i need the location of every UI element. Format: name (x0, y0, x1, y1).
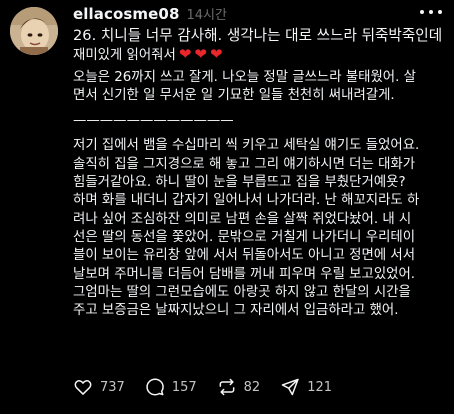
thread-post: ellacosme08 14시간 26. 치니들 너무 감사해. 생각나는 대로… (0, 0, 454, 414)
post-text-line: 재미있게 읽어줘서 ❤ ❤ ❤ (73, 45, 445, 63)
post-text-line: 솔직히 집을 그지경으로 해 놓고 그리 얘기하시면 더는 대화가 (73, 156, 416, 172)
share-button[interactable]: 121 (280, 377, 332, 397)
avatar-photo-icon (10, 7, 58, 55)
share-icon (281, 378, 299, 396)
comment-icon (146, 378, 164, 396)
repost-count: 82 (243, 379, 261, 395)
action-bar: 737 157 82 121 (73, 375, 352, 399)
post-text-line: 힘들거같아요. 하니 딸이 눈을 부릅뜨고 집을 부췄단거예욧? (73, 175, 406, 191)
like-count: 737 (100, 379, 125, 395)
share-count: 121 (307, 379, 333, 395)
more-dot (420, 10, 424, 14)
post-text-line: 날보며 주머니를 더듬어 담배를 꺼내 피우며 우릴 보고있었어. (73, 266, 416, 282)
post-text-line: 주고 보증금은 날짜지났으니 그 자리에서 입금하라고 했어. (73, 303, 399, 319)
repost-icon (219, 378, 235, 396)
post-header: ellacosme08 14시간 (73, 4, 227, 24)
post-body: 26. 치니들 너무 감사해. 생각나는 대로 쓰느라 뒤죽박죽인데 재미있게 … (73, 27, 445, 320)
post-text-line: 26. 치니들 너무 감사해. 생각나는 대로 쓰느라 뒤죽박죽인데 (73, 27, 443, 44)
post-text-line: 선은 딸의 동선을 쫓았어. 문밖으로 거칠게 나가더니 우리테이 (73, 229, 416, 245)
heart-emoji: ❤ (209, 45, 223, 64)
comment-button[interactable]: 157 (145, 377, 197, 397)
like-button[interactable]: 737 (73, 377, 125, 397)
avatar[interactable] (10, 7, 58, 55)
more-dot (429, 10, 433, 14)
post-text-segment: 재미있게 읽어줘서 (73, 48, 176, 64)
heart-icon (74, 380, 92, 395)
comment-count: 157 (171, 379, 197, 395)
post-divider-line: ———————————— (73, 113, 234, 129)
post-text-line: 저기 집에서 뱀을 수십마리 씩 키우고 세탁실 얘기도 들었어요. (73, 138, 420, 154)
post-time: 14시간 (186, 8, 227, 23)
post-text-line: 하며 화를 내더니 갑자기 일어나서 나가더라. 난 해꼬지라도 하 (73, 193, 420, 209)
heart-emoji: ❤ (194, 45, 207, 64)
more-dot (438, 10, 442, 14)
post-text-line: 면서 신기한 일 무서운 일 기묘한 일들 천천히 써내려갈게. (73, 87, 395, 103)
username[interactable]: ellacosme08 (73, 5, 179, 23)
post-text-line: 오늘은 26까지 쓰고 잘게. 나오늘 정말 글쓰느라 불태웠어. 살 (73, 69, 416, 85)
more-icon[interactable] (420, 4, 442, 20)
heart-emoji: ❤ (178, 45, 192, 64)
post-text-line: 려나 싶어 조심하잔 의미로 남편 손을 살짝 쥐었다놨어. 내 시 (73, 211, 412, 227)
repost-button[interactable]: 82 (217, 377, 261, 397)
post-text-line: 그엄마는 딸의 그런모습에도 아랑곳 하지 않고 한달의 시간을 (73, 284, 411, 300)
post-text-line: 블이 보이는 유리창 앞에 서서 뒤돌아서도 아니고 정면에 서서 (73, 248, 416, 264)
